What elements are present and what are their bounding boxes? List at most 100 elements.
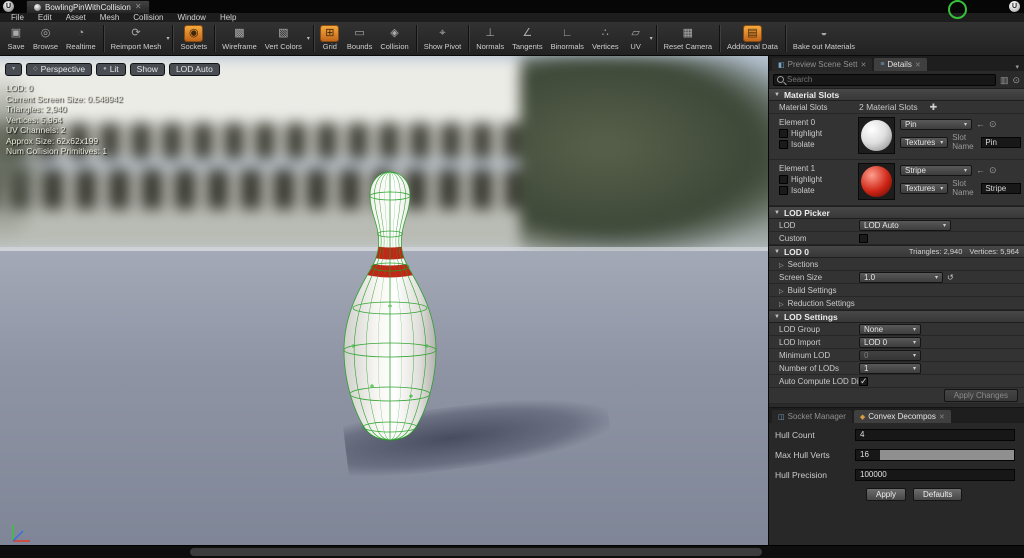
- expand-arrow-icon[interactable]: [779, 259, 788, 269]
- menu-window[interactable]: Window: [171, 13, 213, 22]
- hull-count-slider[interactable]: 4: [855, 428, 1015, 441]
- additional-data-button[interactable]: ▤ Additional Data: [723, 23, 782, 55]
- defaults-button[interactable]: Defaults: [913, 488, 963, 501]
- close-icon[interactable]: ✕: [135, 3, 142, 11]
- bake-out-materials-button[interactable]: ◒ Bake out Materials: [789, 23, 859, 55]
- chevron-down-icon[interactable]: ▾: [307, 35, 310, 42]
- category-material-slots[interactable]: ▼ Material Slots: [769, 88, 1024, 101]
- uv-button[interactable]: ▱ UV: [623, 23, 649, 55]
- highlight-checkbox[interactable]: [779, 175, 788, 184]
- grid-button[interactable]: ⊞ Grid: [317, 23, 343, 55]
- reset-camera-button[interactable]: ▦ Reset Camera: [660, 23, 716, 55]
- menu-asset[interactable]: Asset: [59, 13, 93, 22]
- axis-gizmo: [8, 519, 34, 545]
- menu-mesh[interactable]: Mesh: [93, 13, 127, 22]
- details-icon: ≡: [880, 61, 885, 68]
- vert-colors-button[interactable]: ▧ Vert Colors: [261, 23, 306, 55]
- collision-button[interactable]: ◈ Collision: [376, 23, 412, 55]
- textures-dropdown[interactable]: Textures: [900, 136, 949, 148]
- wireframe-button[interactable]: ▩ Wireframe: [218, 23, 261, 55]
- apply-button[interactable]: Apply: [866, 488, 907, 501]
- material-select[interactable]: Stripe: [900, 164, 972, 176]
- apply-changes-button[interactable]: Apply Changes: [943, 389, 1018, 402]
- lit-button[interactable]: ● Lit: [96, 63, 126, 76]
- expand-arrow-icon[interactable]: [779, 285, 788, 295]
- settings-icon[interactable]: ⊙: [1012, 74, 1020, 86]
- stat-vertices: Vertices: 5,964: [6, 114, 63, 125]
- slot-name-input[interactable]: [981, 182, 1022, 194]
- bounds-button[interactable]: ▭ Bounds: [343, 23, 376, 55]
- 3d-viewport[interactable]: ▾ ◇ Perspective ● Lit Show LOD Auto LOD: 0…: [0, 56, 768, 545]
- material-thumbnail[interactable]: [858, 117, 895, 154]
- search-input[interactable]: [787, 75, 992, 84]
- browse-to-asset-icon[interactable]: ⊙: [989, 164, 997, 176]
- browse-button[interactable]: ◎ Browse: [29, 23, 62, 55]
- auto-compute-lod-checkbox[interactable]: [859, 376, 868, 387]
- custom-checkbox[interactable]: [859, 233, 868, 243]
- horizontal-scrollbar[interactable]: [190, 548, 762, 556]
- tab-socket-manager[interactable]: ◫ Socket Manager: [772, 410, 852, 423]
- stripe-material-sphere: [861, 166, 892, 197]
- show-button[interactable]: Show: [129, 63, 165, 76]
- search-box[interactable]: [773, 73, 996, 86]
- close-icon[interactable]: ✕: [915, 61, 921, 69]
- hull-precision-input[interactable]: [855, 468, 1015, 481]
- add-material-slot-icon[interactable]: ✚: [930, 102, 938, 113]
- lod-dropdown[interactable]: LOD Auto: [859, 219, 951, 231]
- material-thumbnail[interactable]: [858, 163, 895, 200]
- viewport-options-button[interactable]: ▾: [5, 63, 23, 76]
- menu-edit[interactable]: Edit: [31, 13, 59, 22]
- close-icon[interactable]: ✕: [860, 61, 866, 69]
- expand-arrow-icon[interactable]: [779, 298, 788, 308]
- category-lod-settings[interactable]: ▼ LOD Settings: [769, 310, 1024, 323]
- sections-row[interactable]: Sections: [769, 258, 1024, 271]
- chevron-down-icon[interactable]: ▾: [1015, 63, 1021, 71]
- sockets-button[interactable]: ◉ Sockets: [176, 23, 211, 55]
- highlight-checkbox[interactable]: [779, 129, 788, 138]
- bowling-pin-mesh[interactable]: [325, 166, 455, 456]
- isolate-checkbox[interactable]: [779, 140, 788, 149]
- menu-file[interactable]: File: [4, 13, 31, 22]
- lod-auto-button[interactable]: LOD Auto: [168, 63, 220, 76]
- minimum-lod-spinner[interactable]: 0: [859, 349, 921, 361]
- reimport-mesh-button[interactable]: ⟳ Reimport Mesh: [107, 23, 166, 55]
- tab-convex-decomposition[interactable]: ◆ Convex Decompos ✕: [853, 410, 951, 423]
- use-selected-icon[interactable]: ←: [976, 118, 985, 130]
- reset-to-default-icon[interactable]: ↺: [947, 273, 954, 282]
- show-pivot-button[interactable]: ⌖ Show Pivot: [420, 23, 466, 55]
- binormals-button[interactable]: ∟ Binormals: [547, 23, 588, 55]
- category-lod0[interactable]: ▼ LOD 0 Triangles: 2,940 Vertices: 5,964: [769, 245, 1024, 258]
- asset-tab[interactable]: BowlingPinWithCollision ✕: [26, 0, 150, 13]
- number-of-lods-spinner[interactable]: 1: [859, 362, 921, 374]
- green-circle-indicator: [948, 0, 967, 19]
- tab-details[interactable]: ≡ Details ✕: [874, 58, 927, 71]
- view-options-icon[interactable]: ▥: [1000, 74, 1009, 86]
- lod-group-dropdown[interactable]: None: [859, 323, 921, 335]
- chevron-down-icon[interactable]: ▾: [166, 35, 169, 42]
- menu-help[interactable]: Help: [213, 13, 243, 22]
- category-lod-picker[interactable]: ▼ LOD Picker: [769, 206, 1024, 219]
- tab-preview-scene-settings[interactable]: ◧ Preview Scene Sett ✕: [772, 58, 873, 71]
- reduction-settings-row[interactable]: Reduction Settings: [769, 297, 1024, 310]
- vertices-button[interactable]: ∴ Vertices: [588, 23, 623, 55]
- slot-name-input[interactable]: [981, 136, 1022, 148]
- browse-to-asset-icon[interactable]: ⊙: [989, 118, 997, 130]
- chevron-down-icon[interactable]: ▾: [650, 35, 653, 42]
- isolate-checkbox[interactable]: [779, 186, 788, 195]
- material-select[interactable]: Pin: [900, 118, 972, 130]
- menu-collision[interactable]: Collision: [126, 13, 170, 22]
- use-selected-icon[interactable]: ←: [976, 164, 985, 176]
- normals-button[interactable]: ⊥ Normals: [472, 23, 508, 55]
- lod-import-dropdown[interactable]: LOD 0: [859, 336, 921, 348]
- realtime-button[interactable]: ◔ Realtime: [62, 23, 100, 55]
- expand-icon: ▼: [774, 209, 780, 216]
- perspective-button[interactable]: ◇ Perspective: [26, 63, 93, 76]
- max-hull-verts-slider[interactable]: 16: [855, 448, 1015, 461]
- textures-dropdown[interactable]: Textures: [900, 182, 949, 194]
- build-settings-row[interactable]: Build Settings: [769, 284, 1024, 297]
- screen-size-dropdown[interactable]: 1.0: [859, 271, 943, 283]
- close-icon[interactable]: ✕: [939, 413, 945, 421]
- save-button[interactable]: ▣ Save: [3, 23, 29, 55]
- stat-lod: LOD: 0: [6, 83, 33, 93]
- tangents-button[interactable]: ∠ Tangents: [508, 23, 546, 55]
